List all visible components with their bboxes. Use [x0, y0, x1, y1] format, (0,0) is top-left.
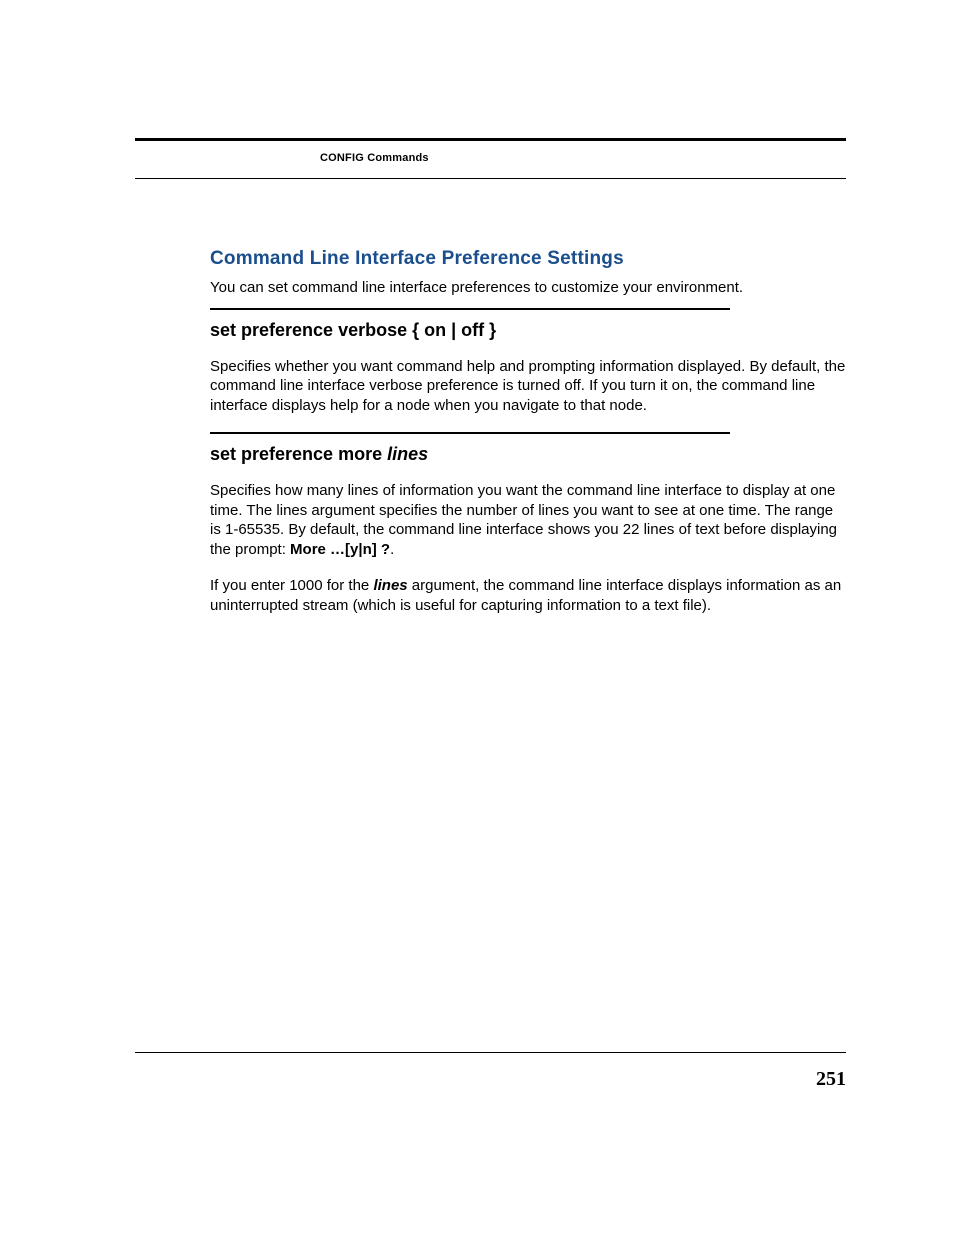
command-more-description-1: Specifies how many lines of information …: [210, 481, 846, 560]
arg-lines: lines: [373, 577, 407, 594]
content-area: Command Line Interface Preference Settin…: [210, 248, 846, 632]
section-intro: You can set command line interface prefe…: [210, 278, 846, 298]
header-rule-top: [135, 138, 846, 141]
command-heading-more: set preference more lines: [210, 444, 846, 465]
header-rule-bottom: [135, 178, 846, 179]
document-page: CONFIG Commands Command Line Interface P…: [0, 0, 954, 1235]
command-heading-more-arg: lines: [387, 444, 428, 464]
command-heading-more-prefix: set preference more: [210, 444, 387, 464]
command-heading-verbose: set preference verbose { on | off }: [210, 320, 846, 341]
command-more-description-2: If you enter 1000 for the lines argument…: [210, 576, 846, 616]
command-verbose-description: Specifies whether you want command help …: [210, 357, 846, 416]
section-title: Command Line Interface Preference Settin…: [210, 248, 846, 270]
divider-2: [210, 432, 730, 434]
footer-rule: [135, 1052, 846, 1053]
text-run: .: [390, 541, 394, 558]
prompt-text: More …[y|n] ?: [290, 541, 390, 558]
header-section-label: CONFIG Commands: [320, 152, 429, 164]
divider-1: [210, 308, 730, 310]
page-number: 251: [816, 1068, 846, 1091]
text-run: If you enter 1000 for the: [210, 577, 373, 594]
